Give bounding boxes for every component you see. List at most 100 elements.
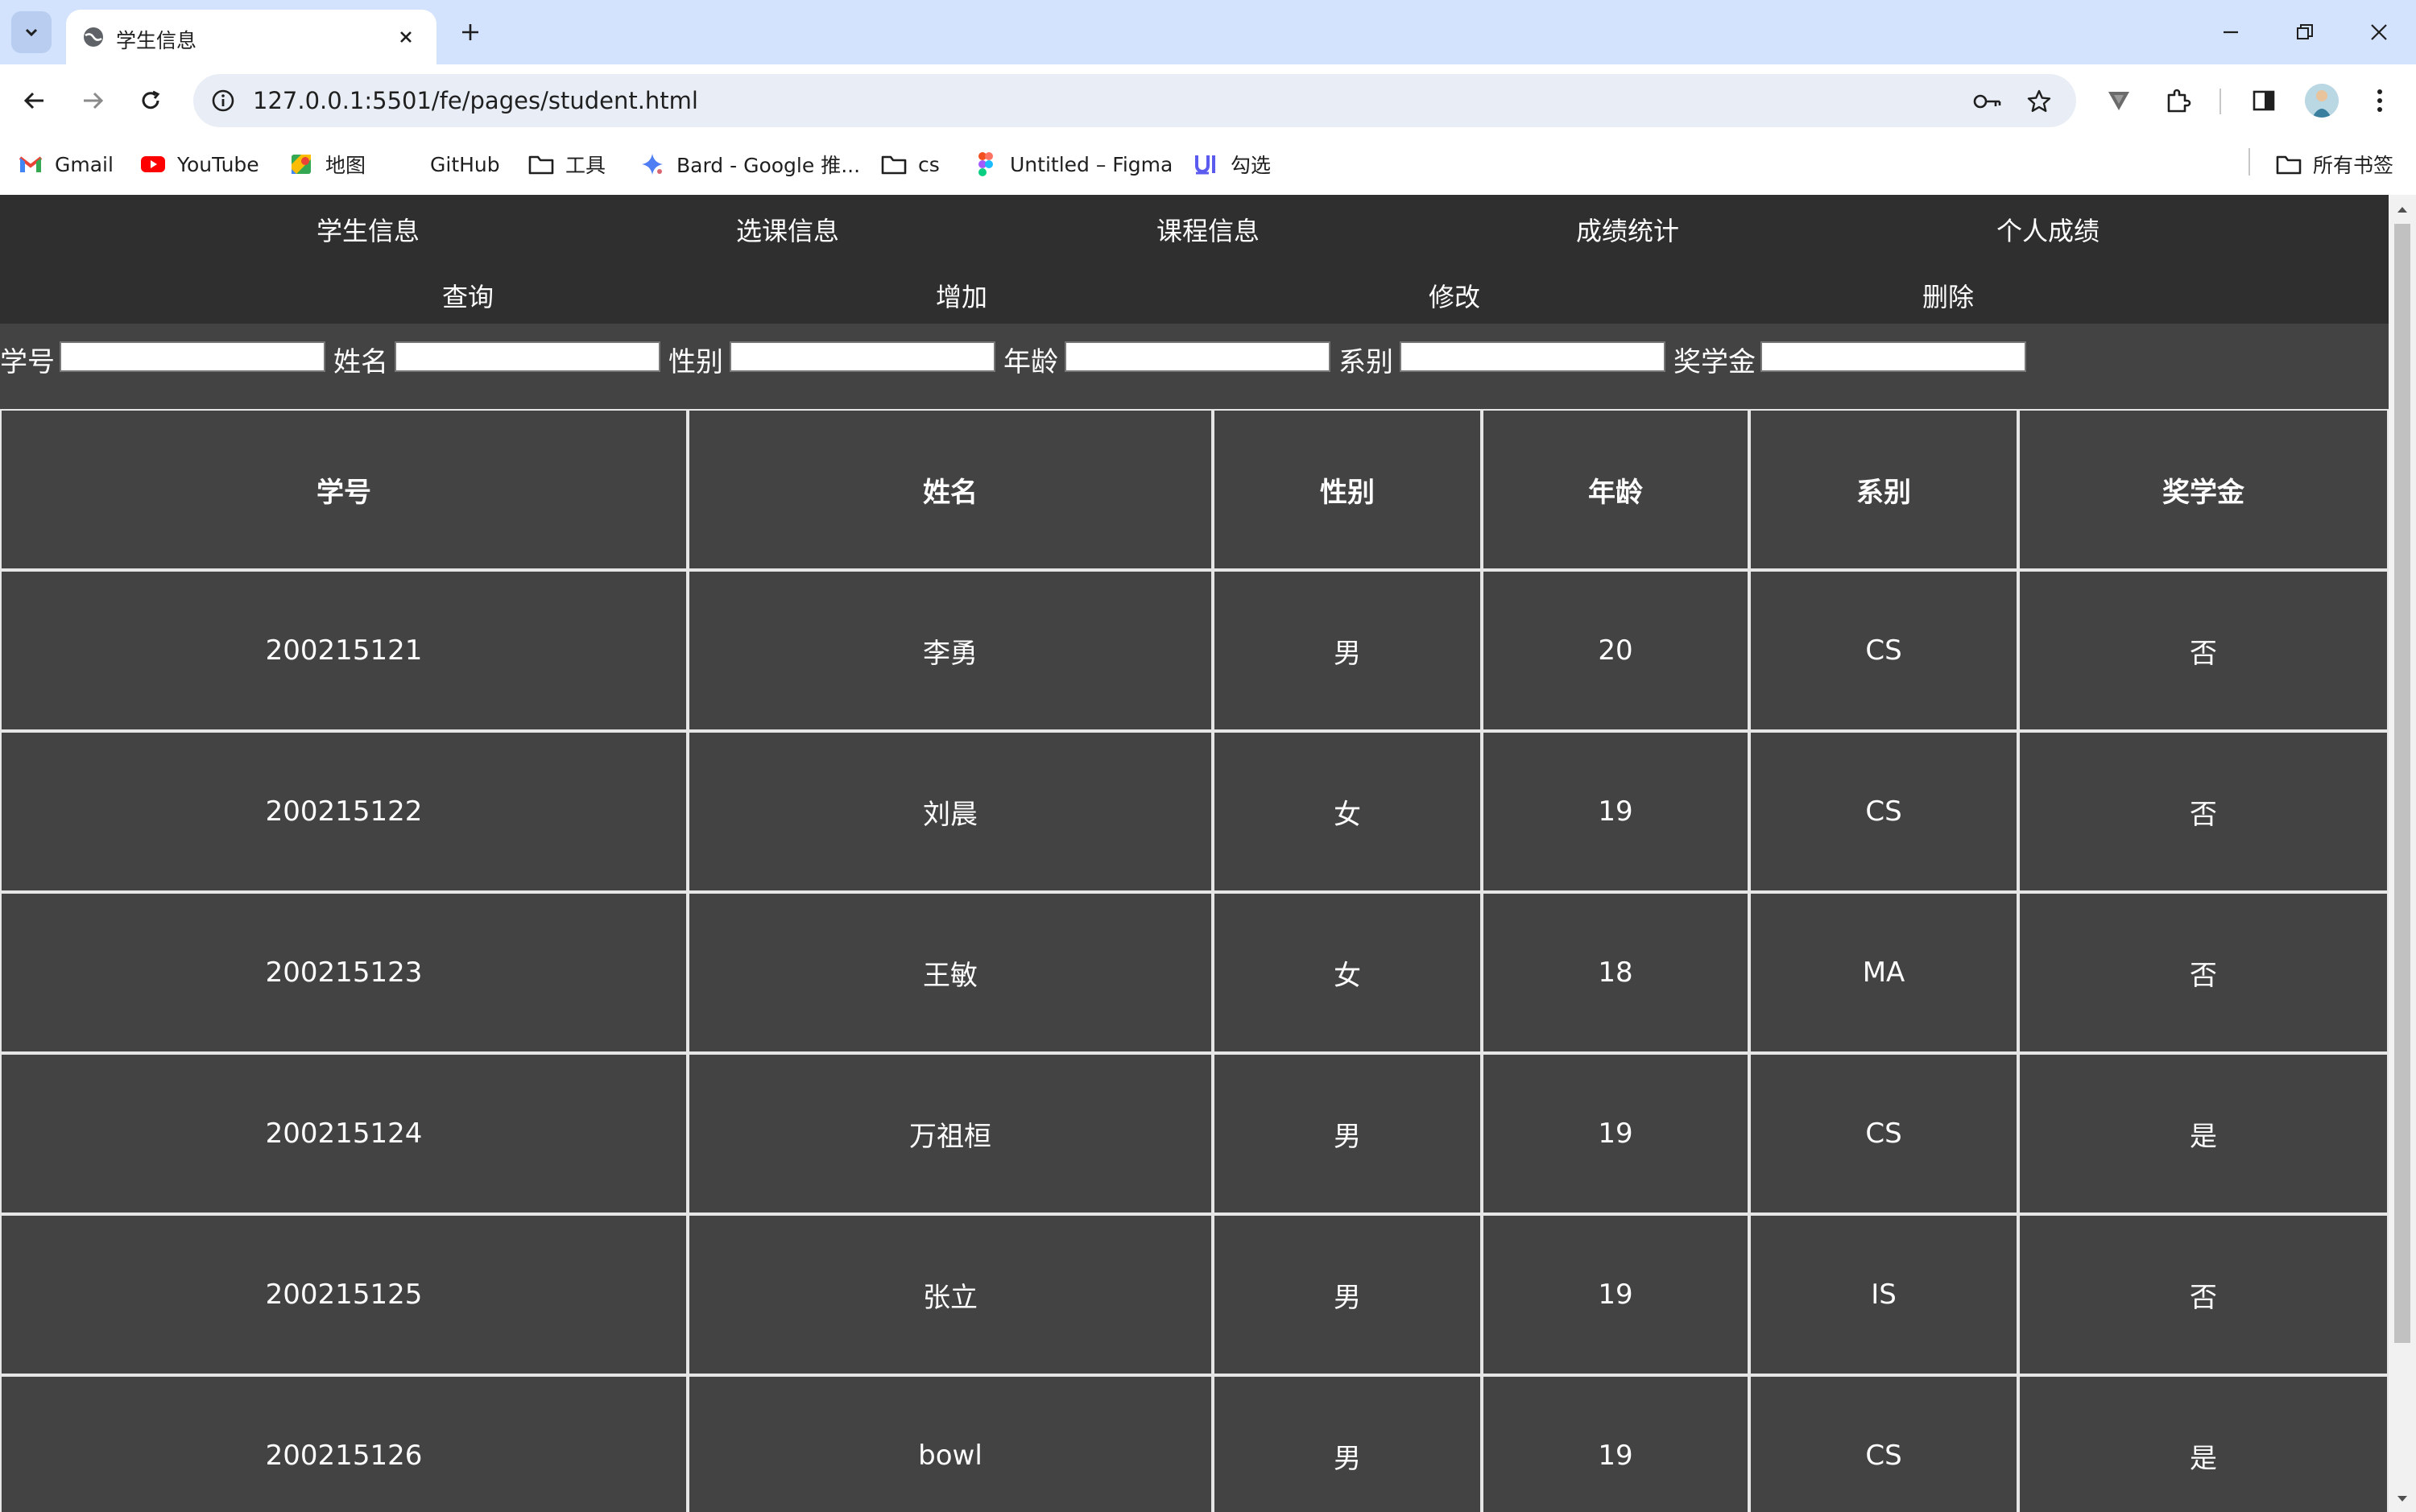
header-scholarship: 奖学金 [2018,409,2389,570]
youtube-icon [140,151,166,177]
cell-student-id: 200215121 [0,570,688,731]
url-text: 127.0.0.1:5501/fe/pages/student.html [253,87,698,114]
scholarship-input[interactable] [1760,341,2026,372]
puzzle-icon [2167,89,2191,113]
cell-name: bowl [688,1375,1213,1512]
nav-grade-stats[interactable]: 成绩统计 [1507,211,1748,248]
github-icon [393,151,419,177]
bookmarks-divider [2248,148,2250,176]
toolbar-divider [2219,89,2221,114]
address-bar[interactable]: 127.0.0.1:5501/fe/pages/student.html [193,74,2076,127]
triangle-up-icon [2397,207,2407,213]
bookmark-github[interactable]: GitHub [393,148,500,180]
bookmark-maps[interactable]: 地图 [288,148,366,180]
folder-icon [528,151,554,177]
forward-button[interactable] [72,81,113,121]
tab-strip: 学生信息 [0,0,2416,64]
all-bookmarks-button[interactable]: 所有书签 [2276,148,2393,180]
extensions-button[interactable] [2158,81,2199,121]
cell-student-id: 200215122 [0,731,688,892]
tab-close-button[interactable] [390,21,422,53]
bookmark-star-button[interactable] [2021,84,2057,119]
query-button[interactable]: 查询 [347,277,589,314]
cell-student-id: 200215123 [0,892,688,1053]
reload-button[interactable] [130,81,171,121]
close-window-button[interactable] [2358,11,2400,53]
new-tab-button[interactable] [453,14,488,50]
name-input[interactable] [395,341,660,372]
cell-age: 18 [1482,892,1749,1053]
cell-scholarship: 否 [2018,892,2389,1053]
bookmark-folder-tools[interactable]: 工具 [528,148,606,180]
plus-icon [462,24,478,40]
cell-name: 李勇 [688,570,1213,731]
info-icon [212,89,234,112]
password-key-button[interactable] [1970,84,2005,119]
scroll-up-button[interactable] [2389,198,2416,221]
restore-icon [2297,24,2313,39]
page-scrollbar[interactable] [2389,195,2416,1512]
delete-button[interactable]: 删除 [1827,277,2069,314]
filter-label-dept: 系别 [1338,346,1393,378]
bookmark-figma[interactable]: Untitled – Figma [973,148,1173,180]
cell-gender: 男 [1213,1053,1482,1214]
scroll-down-button[interactable] [2389,1488,2416,1510]
bookmark-youtube[interactable]: YouTube [140,148,259,180]
maps-icon [288,151,314,177]
bookmark-bard[interactable]: Bard - Google 推... [639,148,860,180]
header-department: 系别 [1749,409,2018,570]
cell-department: CS [1749,1053,2018,1214]
extension-v-button[interactable] [2099,81,2139,121]
header-gender: 性别 [1213,409,1482,570]
cell-gender: 女 [1213,731,1482,892]
site-info-button[interactable] [205,82,242,119]
nav-personal-grades[interactable]: 个人成绩 [1927,211,2169,248]
key-icon [1973,94,2001,109]
chevron-down-icon [25,28,38,37]
restore-button[interactable] [2284,11,2326,53]
profile-avatar[interactable] [2305,84,2339,118]
close-icon [400,31,412,43]
nav-student-info[interactable]: 学生信息 [247,211,489,248]
folder-icon [2276,151,2302,177]
side-panel-button[interactable] [2244,81,2284,121]
chrome-menu-button[interactable] [2360,81,2400,121]
cell-age: 20 [1482,570,1749,731]
cell-gender: 男 [1213,1375,1482,1512]
student-table: 学号 姓名 性别 年龄 系别 奖学金 200215121 李勇男 20 CS 否 200215122 刘… [0,409,2389,1512]
avatar-icon [2305,84,2339,118]
back-button[interactable] [14,81,55,121]
page-content: 学生信息 选课信息 课程信息 成绩统计 个人成绩 查询 增加 修改 删除 学号 … [0,195,2389,1512]
department-input[interactable] [1400,341,1665,372]
extension-v-icon [2108,92,2129,110]
tab-title: 学生信息 [116,29,197,52]
gmail-icon [18,151,43,177]
scroll-thumb[interactable] [2394,224,2410,1343]
cell-department: IS [1749,1214,2018,1375]
triangle-down-icon [2397,1496,2407,1502]
edit-button[interactable]: 修改 [1334,277,1575,314]
cell-department: MA [1749,892,2018,1053]
browser-toolbar: 127.0.0.1:5501/fe/pages/student.html [0,64,2416,137]
cell-age: 19 [1482,1214,1749,1375]
bookmark-gmail[interactable]: Gmail [18,148,114,180]
cell-scholarship: 否 [2018,570,2389,731]
tab-search-button[interactable] [11,11,52,53]
nav-course-selection[interactable]: 选课信息 [667,211,908,248]
add-button[interactable]: 增加 [841,277,1082,314]
cell-scholarship: 是 [2018,1375,2389,1512]
cell-department: CS [1749,731,2018,892]
arrow-right-icon [84,92,104,109]
age-input[interactable] [1065,341,1330,372]
active-tab[interactable]: 学生信息 [66,10,436,64]
header-name: 姓名 [688,409,1213,570]
gender-input[interactable] [730,341,995,372]
student-id-input[interactable] [60,341,325,372]
minimize-button[interactable] [2210,11,2252,53]
bookmark-gouxuan[interactable]: 勾选 [1194,148,1271,180]
bookmark-folder-cs[interactable]: cs [881,148,940,180]
primary-nav: 学生信息 选课信息 课程信息 成绩统计 个人成绩 [0,195,2389,258]
filter-label-scholarship: 奖学金 [1673,346,1756,378]
nav-course-info[interactable]: 课程信息 [1087,211,1329,248]
cell-name: 万祖桓 [688,1053,1213,1214]
